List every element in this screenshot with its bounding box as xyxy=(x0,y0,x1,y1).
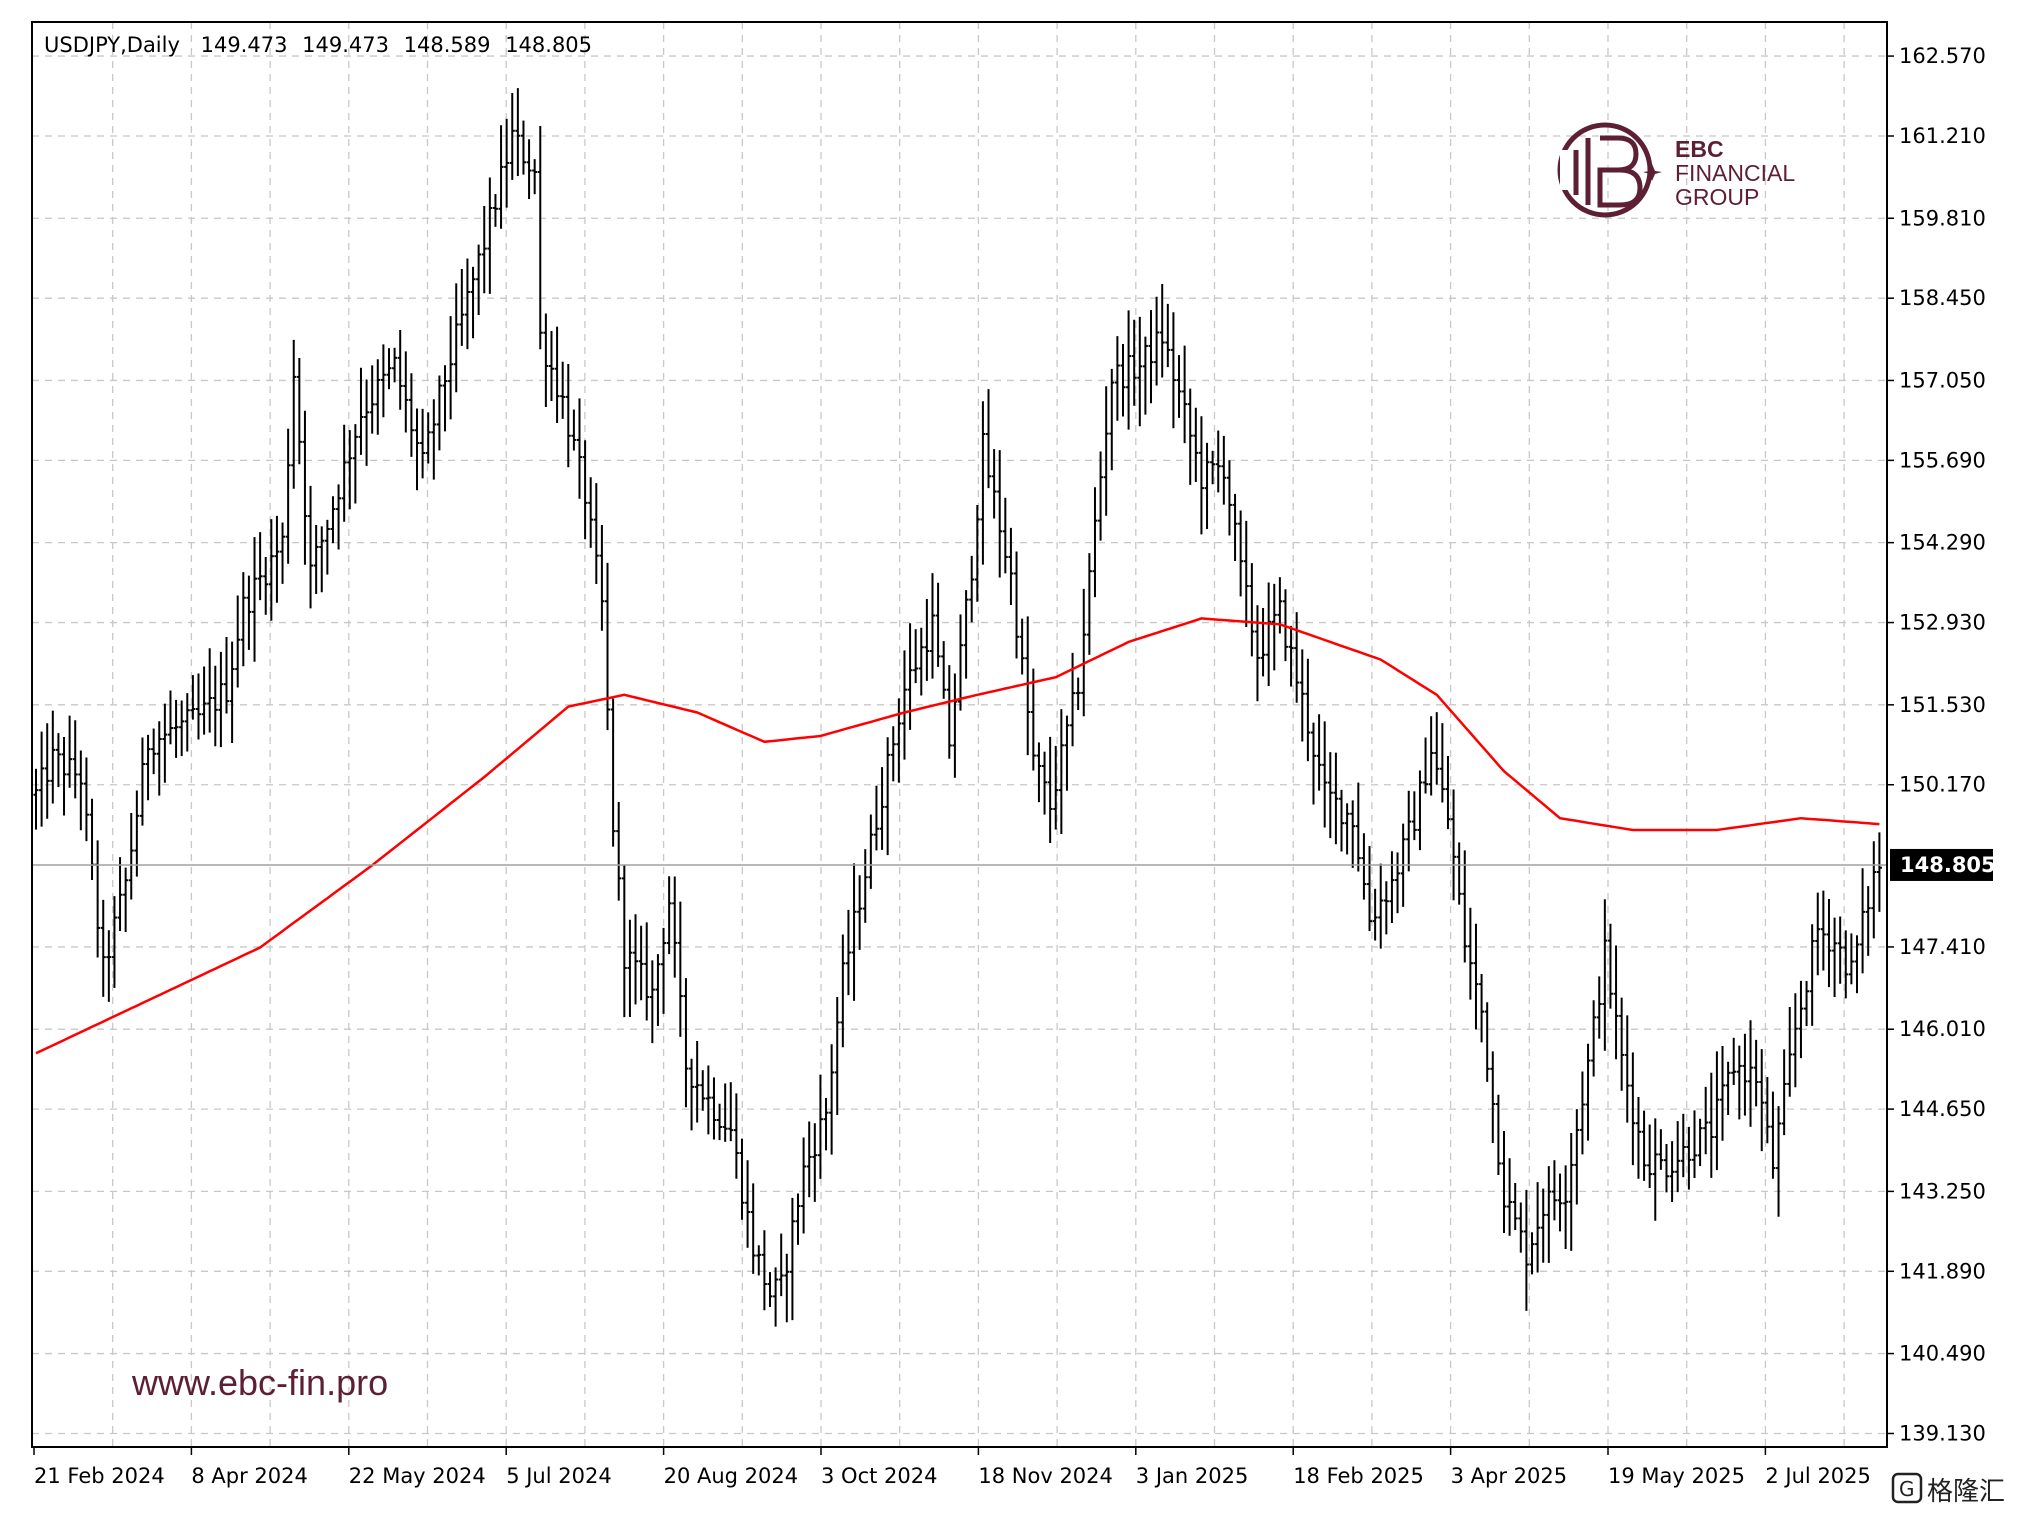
x-tick-label: 3 Apr 2025 xyxy=(1451,1464,1567,1488)
header-high: 149.473 xyxy=(302,33,389,57)
x-tick-label: 19 May 2025 xyxy=(1608,1464,1745,1488)
corner-mark-text: 格隆汇 xyxy=(1927,1477,2005,1507)
last-price-value: 148.805 xyxy=(1900,853,1996,877)
last-price-label: 148.805 xyxy=(1890,848,1996,881)
brand-line-2: FINANCIAL xyxy=(1675,160,1795,186)
x-tick-label: 18 Nov 2024 xyxy=(978,1464,1113,1488)
corner-logo-glyph: G xyxy=(1899,1477,1915,1501)
x-tick-label: 3 Jan 2025 xyxy=(1136,1464,1249,1488)
y-tick-label: 157.050 xyxy=(1899,368,1986,392)
brand-line-3: GROUP xyxy=(1675,184,1759,210)
header-low: 148.589 xyxy=(404,33,491,57)
header-close: 148.805 xyxy=(505,33,592,57)
y-tick-label: 159.810 xyxy=(1899,206,1986,230)
y-tick-label: 152.930 xyxy=(1899,611,1986,635)
y-tick-label: 147.410 xyxy=(1899,935,1986,959)
symbol-header: USDJPY,Daily 149.473 149.473 148.589 148… xyxy=(44,33,592,57)
y-tick-label: 146.010 xyxy=(1899,1017,1986,1041)
x-tick-label: 20 Aug 2024 xyxy=(664,1464,799,1488)
corner-watermark: G 格隆汇 xyxy=(1891,1472,2005,1507)
header-open: 149.473 xyxy=(201,33,288,57)
y-tick-label: 140.490 xyxy=(1899,1342,1986,1366)
y-tick-label: 161.210 xyxy=(1899,124,1986,148)
x-tick-label: 3 Oct 2024 xyxy=(821,1464,937,1488)
y-tick-label: 162.570 xyxy=(1899,44,1986,68)
watermark-url: www.ebc-fin.pro xyxy=(131,1362,388,1403)
symbol-name: USDJPY,Daily xyxy=(44,33,180,57)
y-tick-label: 158.450 xyxy=(1899,286,1986,310)
x-tick-label: 5 Jul 2024 xyxy=(506,1464,612,1488)
usdjpy-daily-chart: 162.570 161.210 159.810 158.450 157.050 155.6… xyxy=(0,0,2028,1514)
y-tick-label: 151.530 xyxy=(1899,693,1986,717)
y-tick-label: 143.250 xyxy=(1899,1179,1986,1203)
y-tick-label: 150.170 xyxy=(1899,773,1986,797)
ebc-logo-gap xyxy=(1560,150,1600,190)
y-tick-label: 155.690 xyxy=(1899,448,1986,472)
x-tick-label: 22 May 2024 xyxy=(349,1464,486,1488)
x-tick-label: 2 Jul 2025 xyxy=(1765,1464,1871,1488)
y-tick-label: 154.290 xyxy=(1899,531,1986,555)
y-tick-label: 141.890 xyxy=(1899,1259,1986,1283)
brand-line-1: EBC xyxy=(1675,136,1724,162)
y-tick-label: 144.650 xyxy=(1899,1097,1986,1121)
x-tick-label: 21 Feb 2024 xyxy=(34,1464,165,1488)
x-tick-label: 18 Feb 2025 xyxy=(1293,1464,1424,1488)
y-tick-label: 139.130 xyxy=(1899,1421,1986,1445)
chart-background xyxy=(0,0,2028,1514)
x-tick-label: 8 Apr 2024 xyxy=(191,1464,307,1488)
chart-container: 162.570 161.210 159.810 158.450 157.050 155.6… xyxy=(0,0,2028,1514)
